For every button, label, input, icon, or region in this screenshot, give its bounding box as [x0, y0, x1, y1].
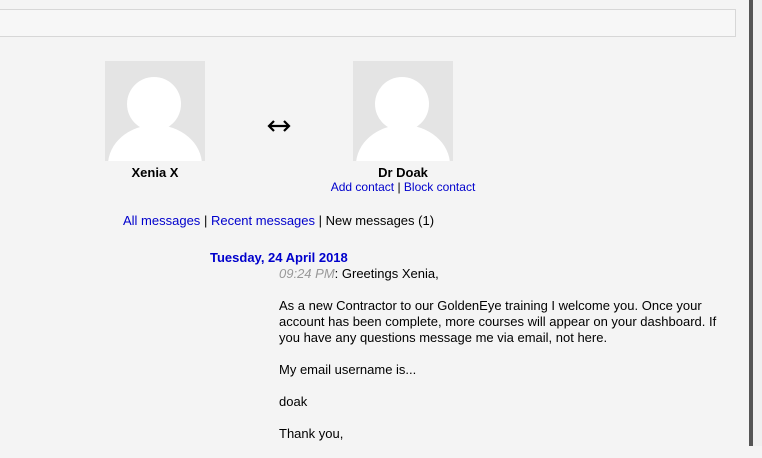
avatar-shoulders-shape: [108, 125, 202, 161]
left-right-arrow-icon: [267, 120, 291, 132]
scrollbar[interactable]: [753, 0, 762, 446]
avatar-shoulders-shape: [356, 125, 450, 161]
recent-messages-link[interactable]: Recent messages: [211, 213, 315, 228]
new-messages-current: New messages (1): [325, 213, 435, 228]
message-greeting: : Greetings Xenia,: [334, 266, 439, 281]
all-messages-link[interactable]: All messages: [123, 213, 200, 228]
block-contact-link[interactable]: Block contact: [404, 180, 475, 194]
message-paragraph: Thank you,: [279, 426, 344, 441]
top-navigation-bar: [0, 9, 736, 37]
avatar-xenia[interactable]: [105, 61, 205, 161]
separator: |: [318, 213, 323, 228]
message-time: 09:24 PM: [279, 266, 335, 281]
participant-name-left[interactable]: Xenia X: [75, 165, 235, 180]
message-paragraph: My email username is...: [279, 362, 417, 377]
participant-name-right[interactable]: Dr Doak: [323, 165, 483, 180]
message-paragraph: As a new Contractor to our GoldenEye tra…: [279, 298, 717, 345]
message-first-line: 09:24 PM: Greetings Xenia,: [279, 266, 724, 282]
contact-actions: Add contact | Block contact: [322, 180, 484, 194]
conversation-date: Tuesday, 24 April 2018: [210, 250, 348, 265]
avatar-head-shape: [127, 77, 181, 131]
separator: |: [203, 213, 208, 228]
message-body: 09:24 PM: Greetings Xenia, As a new Cont…: [279, 266, 724, 458]
message-tabs: All messages | Recent messages | New mes…: [123, 213, 434, 228]
message-paragraph: doak: [279, 394, 308, 409]
avatar-dr-doak[interactable]: [353, 61, 453, 161]
separator: |: [397, 180, 401, 194]
add-contact-link[interactable]: Add contact: [331, 180, 394, 194]
avatar-head-shape: [375, 77, 429, 131]
